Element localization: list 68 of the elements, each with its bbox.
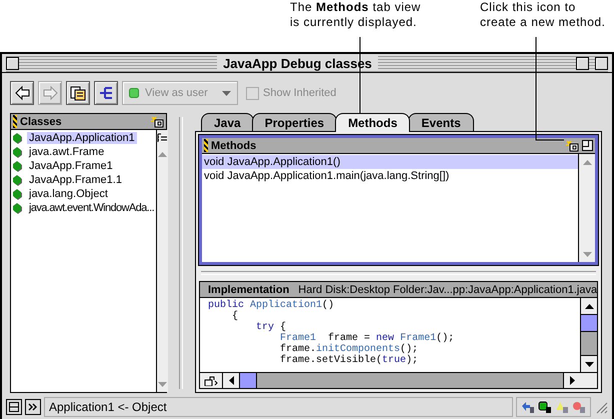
tab[interactable]: Events: [408, 113, 474, 131]
pane-title: Implementation: [208, 284, 290, 296]
code-line: try {: [255, 322, 288, 333]
tab[interactable]: Java: [201, 113, 254, 131]
browse-button[interactable]: [66, 81, 90, 105]
grip-icon: [204, 139, 208, 152]
expand-button[interactable]: [25, 399, 41, 415]
code-line: Frame1 frame = new Frame1();: [279, 333, 456, 344]
close-box[interactable]: [6, 56, 19, 70]
split-icon: [9, 402, 19, 412]
scroll-thumb[interactable]: [240, 373, 257, 388]
class-icon: [13, 202, 24, 214]
split-button[interactable]: [6, 399, 22, 415]
interface-icon[interactable]: [521, 401, 535, 413]
scroll-left-icon[interactable]: [228, 376, 234, 385]
back-button[interactable]: [10, 81, 34, 105]
collapse-box[interactable]: [594, 56, 608, 70]
method-item[interactable]: void JavaApp.Application1(): [202, 155, 578, 169]
lock-icon[interactable]: [204, 376, 218, 386]
class-icon: [13, 160, 24, 172]
code-editor[interactable]: public Application1() { try { Frame1 frame = new Frame1(); frame.initComponents(); frame.setVisible(true);: [200, 298, 580, 372]
method-item[interactable]: void JavaApp.Application1.main(java.lang.String[]): [202, 169, 578, 183]
dropdown-arrow-icon: [222, 90, 231, 96]
tab[interactable]: Methods: [335, 113, 410, 132]
file-path: Hard Disk:Desktop Folder:Jav...pp:JavaApp:Application1.java: [298, 284, 598, 296]
class-item[interactable]: JavaApp.Application1: [27, 132, 137, 144]
class-item[interactable]: java.awt.event.WindowAda...: [27, 202, 156, 214]
scroll-bar[interactable]: [156, 130, 168, 392]
code-line: frame.setVisible(true);: [279, 355, 420, 366]
tab[interactable]: Properties: [252, 113, 338, 131]
scroll-right-icon[interactable]: [570, 376, 574, 385]
status-light-icon: [129, 88, 139, 98]
class-icon: [13, 174, 24, 186]
forward-arrow-icon: [41, 84, 59, 102]
code-line: public Application1(): [208, 300, 336, 311]
class-item[interactable]: JavaApp.Frame1.1: [27, 174, 124, 186]
class-icon: [13, 132, 24, 144]
new-item-icon[interactable]: [565, 140, 579, 152]
hierarchy-button[interactable]: [94, 81, 118, 105]
class-item[interactable]: java.lang.Object: [27, 188, 110, 200]
callout-text: The Methods tab view is currently displayed.: [290, 0, 421, 30]
scroll-down-icon[interactable]: [584, 362, 594, 366]
private-icon[interactable]: [572, 401, 586, 413]
status-text: Application1 <- Object: [44, 397, 513, 417]
double-chevron-icon: [28, 403, 38, 411]
code-line: frame.initComponents();: [279, 344, 420, 355]
new-item-icon[interactable]: [150, 116, 164, 128]
scroll-bar[interactable]: [580, 298, 597, 372]
scroll-thumb[interactable]: [581, 315, 597, 332]
hierarchy-icon: [97, 84, 115, 102]
checkbox-label: Show Inherited: [263, 87, 336, 99]
zoom-box-icon[interactable]: [582, 140, 593, 151]
class-icon: [13, 188, 24, 200]
public-icon[interactable]: [538, 401, 552, 413]
documents-icon: [69, 84, 87, 102]
resize-grip-icon[interactable]: [594, 400, 608, 414]
pane-title: Methods: [211, 140, 258, 152]
class-icon: [13, 146, 24, 158]
code-line: {: [231, 311, 240, 322]
back-arrow-icon: [13, 84, 31, 102]
class-item[interactable]: java.awt.Frame: [27, 146, 106, 158]
class-item[interactable]: JavaApp.Frame1: [27, 160, 115, 172]
grip-icon: [13, 115, 17, 128]
pane-title: Classes: [20, 116, 63, 128]
outline-icon[interactable]: [157, 133, 168, 143]
zoom-box[interactable]: [576, 56, 589, 70]
callout-text: Click this icon to create a new method.: [480, 0, 606, 30]
scroll-up-icon[interactable]: [584, 304, 594, 308]
